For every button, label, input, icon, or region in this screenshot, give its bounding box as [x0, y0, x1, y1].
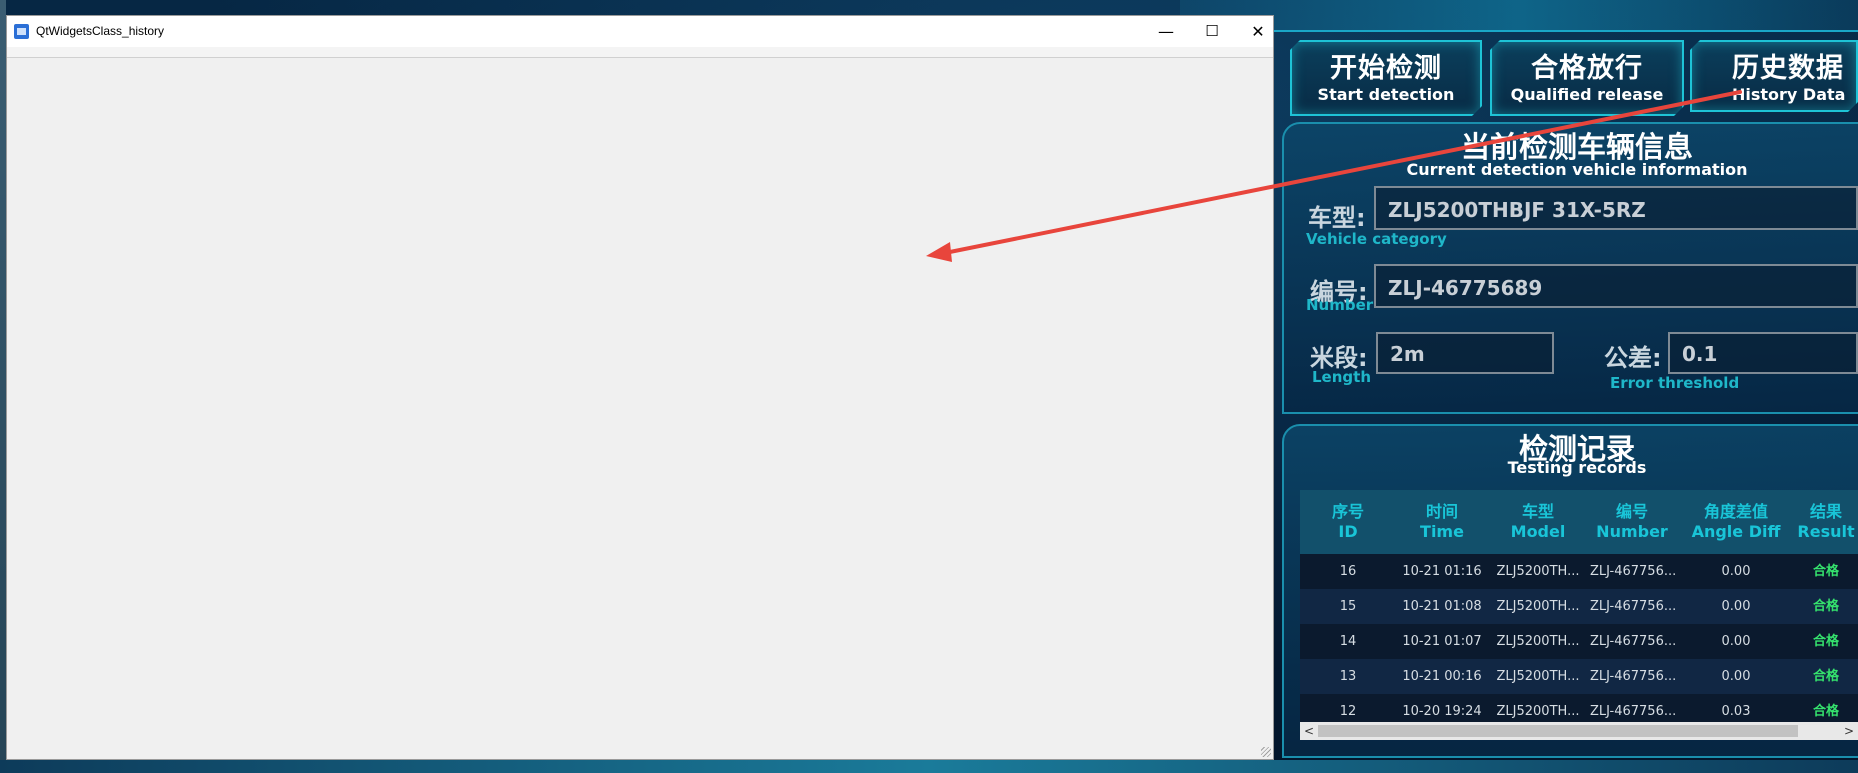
cell-time: 10-21 01:08	[1402, 599, 1482, 614]
tolerance-field[interactable]: 0.1	[1668, 332, 1858, 374]
qualified-release-label-en: Qualified release	[1510, 85, 1664, 104]
records-table-header: 序号 ID 时间 Time 车型 Model 编号 Number 角度差值 Angle D…	[1300, 490, 1858, 554]
qualified-release-label-zh: 合格放行	[1531, 53, 1643, 84]
app-window-icon	[14, 24, 29, 39]
table-horizontal-scrollbar[interactable]: < >	[1300, 722, 1858, 740]
header-angle-diff[interactable]: 角度差值 Angle Diff	[1684, 502, 1788, 542]
bottom-decoration	[0, 760, 1858, 773]
model-label-en: Vehicle category	[1306, 230, 1447, 248]
cell-result: 合格	[1812, 704, 1839, 719]
table-row[interactable]: 14 10-21 01:07 ZLJ5200TH... ZLJ-467756..…	[1300, 624, 1858, 659]
table-row[interactable]: 12 10-20 19:24 ZLJ5200TH... ZLJ-467756..…	[1300, 694, 1858, 722]
start-detection-label-zh: 开始检测	[1330, 53, 1442, 84]
cell-id: 13	[1339, 669, 1357, 684]
cell-model: ZLJ5200TH...	[1496, 669, 1580, 684]
window-title: QtWidgetsClass_history	[36, 24, 165, 38]
header-model[interactable]: 车型 Model	[1496, 502, 1580, 542]
tolerance-label-en: Error threshold	[1610, 374, 1740, 392]
window-menu-strip	[7, 47, 1273, 58]
cell-angle: 0.00	[1721, 599, 1751, 614]
scroll-thumb[interactable]	[1318, 725, 1798, 737]
close-button[interactable]: ✕	[1235, 16, 1281, 47]
minimize-button[interactable]: —	[1143, 16, 1189, 47]
tolerance-label-zh: 公差:	[1604, 344, 1662, 372]
cell-model: ZLJ5200TH...	[1496, 599, 1580, 614]
cell-angle: 0.00	[1721, 634, 1751, 649]
qualified-release-button[interactable]: 合格放行 Qualified release	[1490, 40, 1684, 116]
model-field[interactable]: ZLJ5200THBJF 31X-5RZ	[1374, 186, 1858, 230]
history-window[interactable]: QtWidgetsClass_history — ☐ ✕	[6, 15, 1274, 760]
number-label-en: Number	[1306, 296, 1374, 314]
cell-angle: 0.00	[1721, 564, 1751, 579]
cell-number: ZLJ-467756...	[1590, 564, 1677, 579]
cell-model: ZLJ5200TH...	[1496, 564, 1580, 579]
scroll-right-icon[interactable]: >	[1840, 722, 1858, 740]
cell-time: 10-20 19:24	[1402, 704, 1482, 719]
cell-id: 14	[1339, 634, 1357, 649]
cell-angle: 0.00	[1721, 669, 1751, 684]
table-row[interactable]: 16 10-21 01:16 ZLJ5200TH... ZLJ-467756..…	[1300, 554, 1858, 589]
cell-number: ZLJ-467756...	[1590, 599, 1677, 614]
cell-result: 合格	[1812, 599, 1839, 614]
cell-number: ZLJ-467756...	[1590, 634, 1677, 649]
cell-id: 12	[1339, 704, 1357, 719]
table-row[interactable]: 15 10-21 01:08 ZLJ5200TH... ZLJ-467756..…	[1300, 589, 1858, 624]
cell-model: ZLJ5200TH...	[1496, 634, 1580, 649]
cell-angle: 0.03	[1721, 704, 1751, 719]
cell-number: ZLJ-467756...	[1590, 704, 1677, 719]
length-field[interactable]: 2m	[1376, 332, 1554, 374]
cell-number: ZLJ-467756...	[1590, 669, 1677, 684]
records-table[interactable]: 序号 ID 时间 Time 车型 Model 编号 Number 角度差值 Angle D…	[1300, 490, 1858, 722]
header-number[interactable]: 编号 Number	[1590, 502, 1674, 542]
history-data-button[interactable]: 历史数据 History Data	[1690, 40, 1858, 112]
resize-grip-icon[interactable]	[1261, 747, 1271, 757]
header-time[interactable]: 时间 Time	[1400, 502, 1484, 542]
header-result[interactable]: 结果 Result	[1794, 502, 1858, 542]
cell-result: 合格	[1812, 564, 1839, 579]
maximize-button[interactable]: ☐	[1189, 16, 1235, 47]
history-data-label-zh: 历史数据	[1732, 53, 1844, 84]
cell-time: 10-21 01:16	[1402, 564, 1482, 579]
model-label-zh: 车型:	[1308, 204, 1366, 232]
cell-result: 合格	[1812, 634, 1839, 649]
cell-result: 合格	[1812, 669, 1839, 684]
vehicle-info-title-en: Current detection vehicle information	[1406, 160, 1748, 179]
header-decoration	[1180, 0, 1858, 32]
cell-model: ZLJ5200TH...	[1496, 704, 1580, 719]
window-titlebar[interactable]: QtWidgetsClass_history — ☐ ✕	[7, 16, 1273, 47]
cell-time: 10-21 00:16	[1402, 669, 1482, 684]
history-data-label-en: History Data	[1732, 85, 1846, 104]
window-client-area	[7, 58, 1273, 758]
number-field[interactable]: ZLJ-46775689	[1374, 264, 1858, 308]
table-row[interactable]: 13 10-21 00:16 ZLJ5200TH... ZLJ-467756..…	[1300, 659, 1858, 694]
cell-id: 16	[1339, 564, 1357, 579]
start-detection-button[interactable]: 开始检测 Start detection	[1290, 40, 1482, 116]
header-id[interactable]: 序号 ID	[1320, 502, 1376, 542]
cell-time: 10-21 01:07	[1402, 634, 1482, 649]
cell-id: 15	[1339, 599, 1357, 614]
scroll-left-icon[interactable]: <	[1300, 722, 1318, 740]
length-label-en: Length	[1312, 368, 1371, 386]
records-title-en: Testing records	[1507, 458, 1647, 477]
start-detection-label-en: Start detection	[1317, 85, 1455, 104]
